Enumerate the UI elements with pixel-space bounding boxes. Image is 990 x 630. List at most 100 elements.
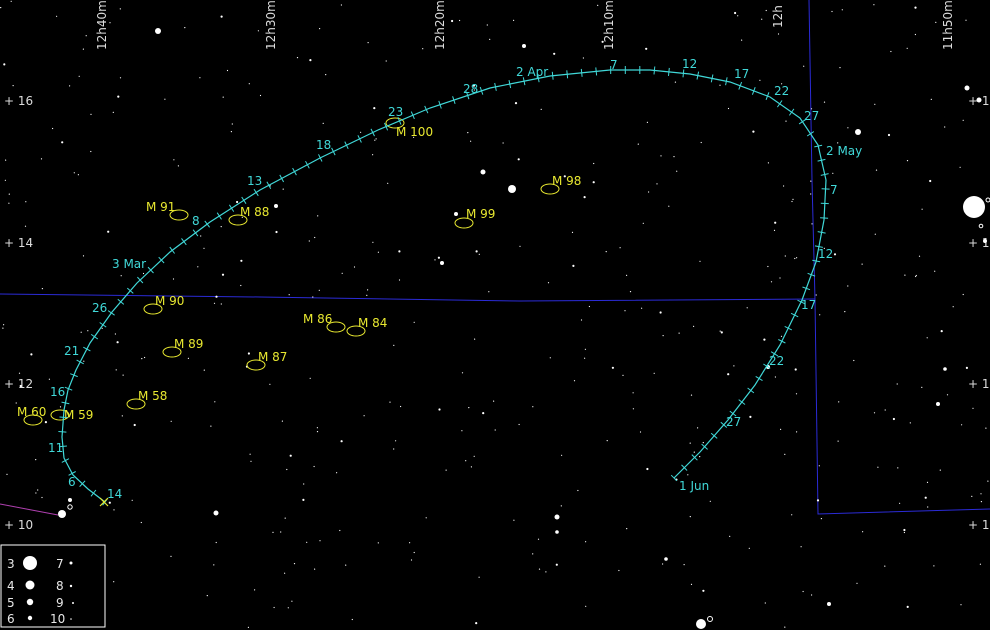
star [618, 569, 620, 572]
star [972, 407, 974, 409]
star [811, 223, 813, 225]
star [792, 198, 794, 200]
star [377, 542, 379, 544]
star [538, 568, 541, 570]
star [213, 564, 215, 566]
date-label: 14 [107, 487, 122, 501]
ra-label: 12h [771, 5, 785, 28]
star [874, 233, 876, 235]
star [875, 169, 878, 171]
star [794, 368, 797, 371]
date-label: 28 [463, 82, 478, 96]
star [700, 141, 702, 144]
star [810, 180, 812, 182]
star [236, 200, 239, 204]
star [540, 108, 542, 110]
star [890, 50, 892, 53]
star [933, 565, 935, 567]
star [619, 247, 621, 249]
star [41, 496, 43, 499]
date-label: 8 [192, 214, 200, 228]
star [286, 468, 288, 471]
star [689, 516, 691, 518]
star [116, 341, 119, 344]
star [482, 412, 485, 415]
messier-label: M 99 [466, 207, 495, 221]
messier-label: M 84 [358, 316, 387, 330]
star [696, 619, 706, 629]
star [275, 230, 278, 234]
date-label: 17 [801, 298, 816, 312]
star [254, 589, 256, 591]
star [73, 172, 75, 174]
star [605, 251, 607, 253]
star [141, 358, 143, 360]
star [131, 499, 133, 501]
star [341, 272, 343, 274]
star [468, 407, 470, 409]
star [964, 85, 970, 91]
star [862, 531, 864, 533]
star [632, 408, 635, 410]
star [637, 143, 639, 145]
star [197, 266, 199, 268]
star [687, 474, 689, 476]
star [291, 600, 293, 602]
star [273, 606, 275, 609]
dec-label: + 10 [968, 518, 990, 532]
star [438, 408, 441, 411]
star [980, 501, 983, 503]
star [206, 595, 208, 597]
star [584, 357, 586, 359]
star [409, 542, 411, 544]
star [144, 356, 146, 359]
path-tick [58, 431, 67, 433]
star [584, 348, 587, 350]
star [979, 563, 982, 565]
star [983, 239, 987, 243]
star [918, 255, 921, 257]
star [87, 330, 89, 332]
star [69, 85, 71, 87]
star [470, 466, 472, 468]
star [810, 193, 812, 195]
star [214, 401, 216, 403]
star [746, 307, 748, 309]
star [210, 425, 212, 427]
star [588, 305, 591, 308]
date-label: 27 [726, 415, 741, 429]
star [199, 77, 201, 79]
star [372, 241, 374, 243]
star [795, 393, 798, 395]
star [58, 510, 66, 518]
star [280, 531, 282, 533]
date-label: 22 [769, 354, 784, 368]
star [478, 253, 480, 255]
dec-label: + 12 [968, 377, 990, 391]
messier-label: M 98 [552, 174, 581, 188]
star [897, 467, 899, 469]
star [719, 84, 721, 86]
star [780, 335, 783, 337]
star [906, 47, 908, 49]
star [240, 284, 242, 287]
star [601, 40, 604, 43]
star [833, 253, 837, 256]
star [288, 294, 290, 296]
star [77, 174, 79, 176]
star [802, 590, 804, 593]
star [85, 35, 87, 37]
star [690, 583, 693, 586]
star [90, 113, 92, 115]
star [774, 221, 777, 224]
star [108, 501, 111, 504]
legend-label: 8 [56, 579, 64, 593]
star [250, 460, 252, 462]
star [248, 83, 250, 85]
star [727, 373, 730, 376]
star [374, 139, 376, 141]
star [693, 451, 695, 453]
star [803, 65, 805, 67]
star [502, 142, 504, 144]
star [35, 492, 37, 494]
